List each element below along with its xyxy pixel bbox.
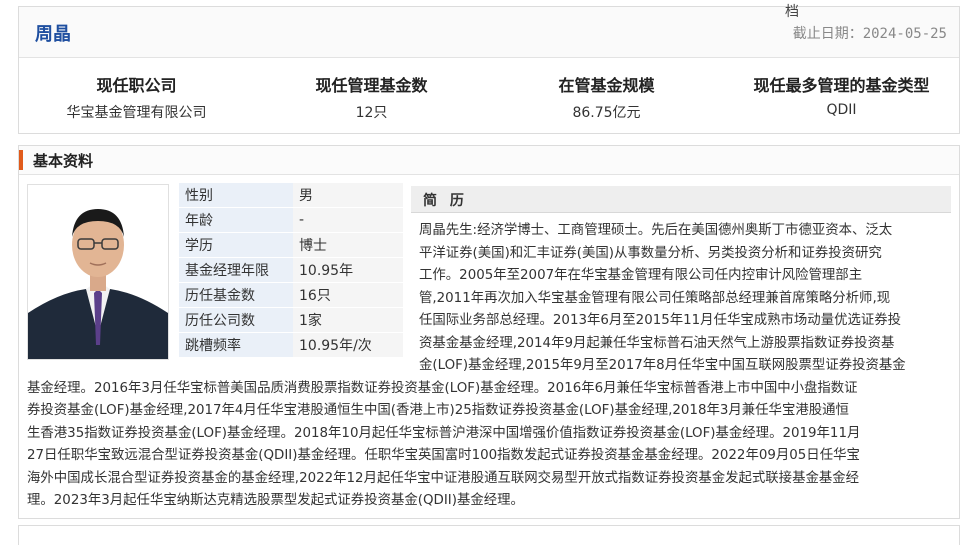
resume-title: 简 历	[423, 193, 468, 209]
section-accent-bar	[19, 150, 23, 170]
stat-label: 现任最多管理的基金类型	[753, 76, 930, 95]
stat-current-company: 现任职公司 华宝基金管理有限公司	[19, 58, 254, 135]
resume-text: 周晶先生:经济学博士、工商管理硕士。先后在美国德州奥斯丁市德亚资本、泛太 平洋证…	[27, 220, 951, 513]
stat-funds-managed: 现任管理基金数 12只	[254, 58, 489, 135]
stats-row: 现任职公司 华宝基金管理有限公司 现任管理基金数 12只 在管基金规模 86.7…	[19, 58, 959, 135]
basic-info-section: 基本资料 性别男 年龄 - 学历 博士 基金经理年限 10.95年 历任基金数 16只 …	[18, 145, 960, 519]
info-row: 性别男	[179, 183, 403, 208]
manager-summary-card: 周晶 档 截止日期：2024-05-25 现任职公司 华宝基金管理有限公司 现任…	[18, 4, 960, 135]
resume-line: 基金经理。2016年3月任华宝标普美国品质消费股票指数证券投资基金(LOF)基金…	[27, 380, 858, 396]
stat-value: 华宝基金管理有限公司	[66, 105, 207, 121]
summary-header: 周晶 档 截止日期：2024-05-25	[19, 4, 959, 58]
stat-aum: 在管基金规模 86.75亿元	[489, 58, 724, 135]
as-of-label: 截止日期：	[792, 26, 863, 42]
resume-line: 27日任职华宝致远混合型证券投资基金(QDII)基金经理。任职华宝英国富时100…	[27, 448, 860, 463]
manager-name: 周晶	[35, 24, 71, 45]
archive-label: 档	[785, 4, 799, 20]
info-value: 男	[293, 183, 403, 208]
resume-line: 生香港35指数证券投资基金(LOF)基金经理。2018年10月起任华宝标普沪港深…	[27, 425, 861, 441]
as-of-date: 截止日期：2024-05-25	[793, 23, 947, 43]
resume-line: 券投资基金(LOF)基金经理,2017年4月任华宝港股通恒生中国(香港上市)25…	[27, 403, 849, 418]
section-header: 基本资料	[19, 146, 959, 175]
stat-label: 在管基金规模	[558, 76, 655, 95]
stat-label: 现任职公司	[96, 76, 177, 95]
resume-line: 理。2023年3月起任华宝纳斯达克精选股票型发起式证券投资基金(QDII)基金经…	[27, 493, 524, 508]
next-section-edge	[18, 525, 960, 545]
section-title: 基本资料	[33, 152, 94, 170]
resume-line: 海外中国成长混合型证券投资基金的基金经理,2022年12月起任华宝中证港股通互联…	[27, 470, 860, 486]
stat-label: 现任管理基金数	[315, 76, 428, 95]
info-key: 性别	[179, 183, 293, 208]
resume-header: 简 历	[411, 186, 951, 213]
resume-spacer	[27, 220, 419, 376]
stat-fund-type: 现任最多管理的基金类型 QDII	[724, 58, 959, 135]
stat-value: 12只	[355, 105, 388, 121]
stat-value: 86.75亿元	[572, 105, 641, 121]
stat-value: QDII	[826, 102, 857, 118]
as-of-value: 2024-05-25	[862, 26, 947, 42]
